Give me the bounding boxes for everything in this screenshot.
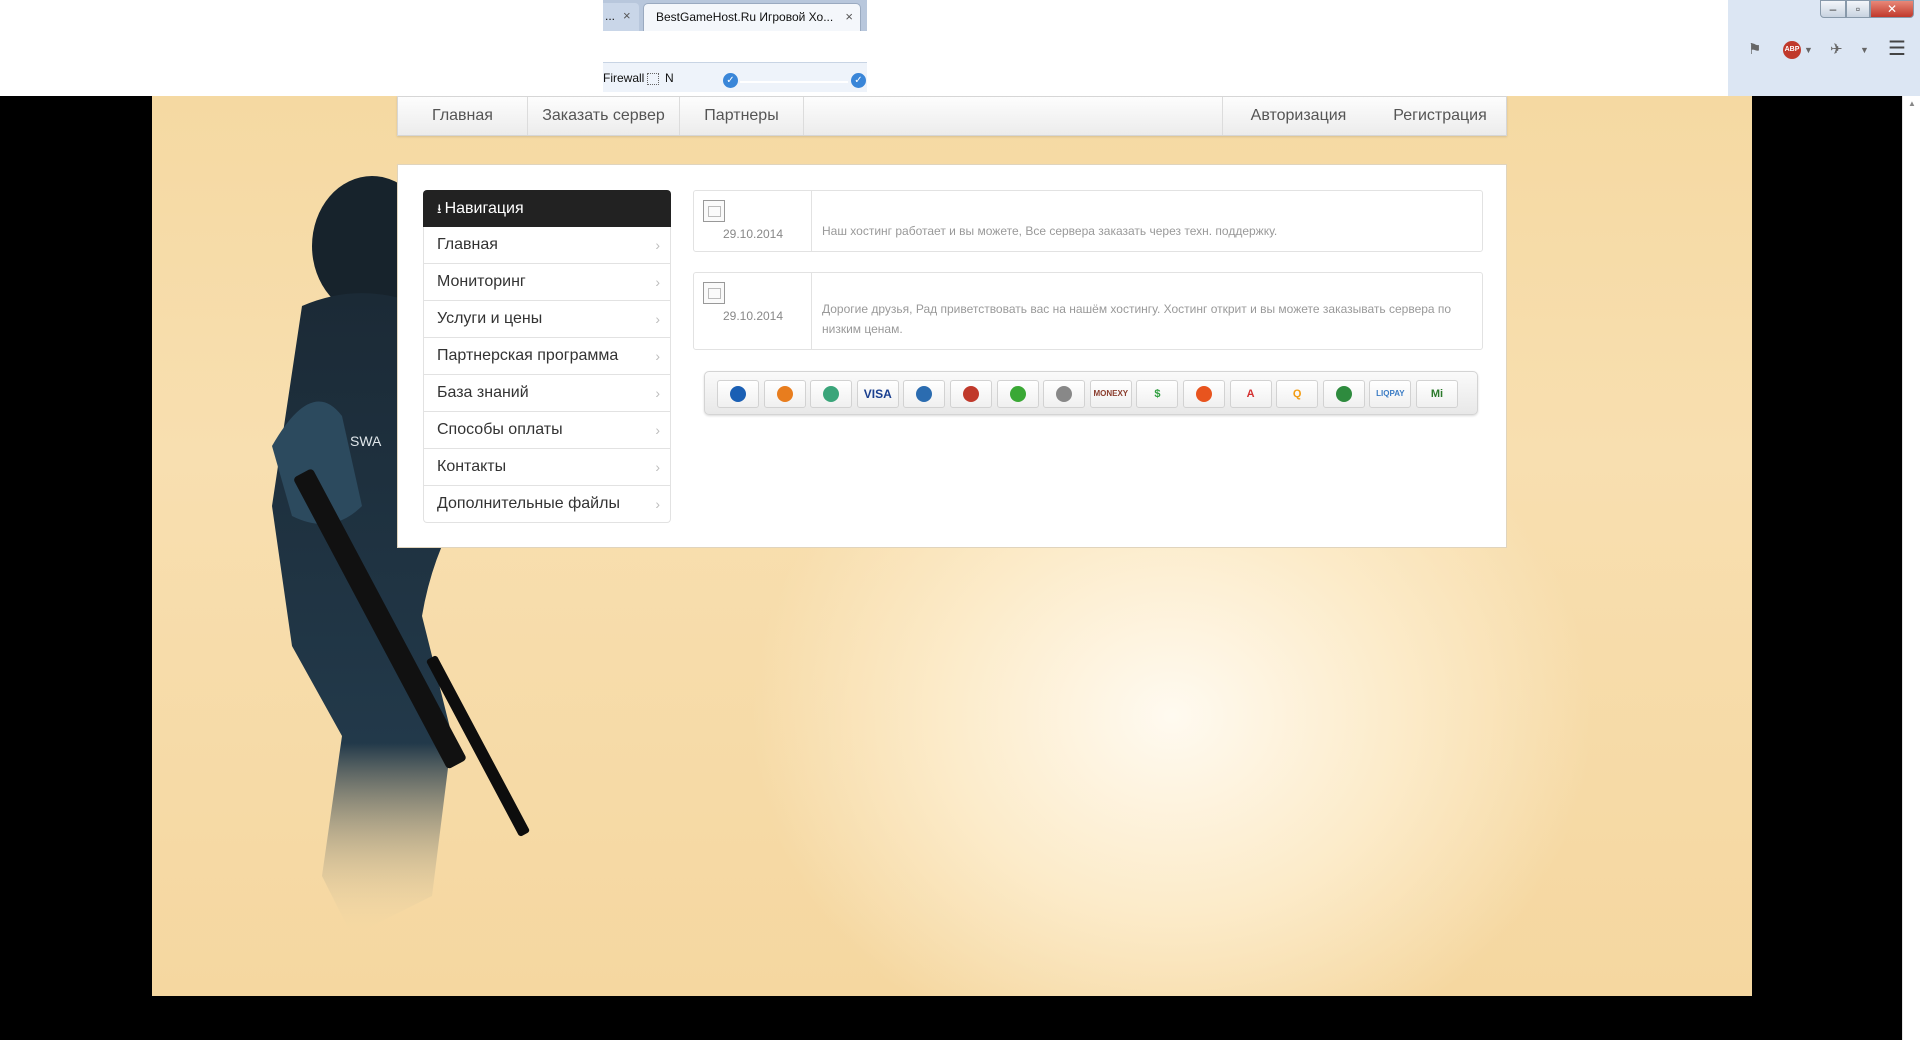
sidebar-item-extra-files[interactable]: Дополнительные файлы › <box>423 486 671 523</box>
sidebar-item-label: Контакты <box>437 458 507 475</box>
webmoney-icon[interactable] <box>717 380 759 408</box>
visa-icon[interactable]: VISA <box>856 380 899 408</box>
liqpay-icon[interactable]: LIQPAY <box>1369 380 1412 408</box>
tab-previous-label: ... <box>605 9 616 23</box>
sidebar-title: Навигация <box>444 200 524 217</box>
tab-active[interactable]: BestGameHost.Ru Игровой Хо... × <box>643 3 861 31</box>
bookmark-folder-icon[interactable] <box>647 73 659 85</box>
email-payment-icon[interactable] <box>1043 380 1086 408</box>
scroll-up-icon[interactable]: ▲ <box>1908 99 1916 108</box>
news-text: Наш хостинг работает и вы можете, Все се… <box>822 224 1278 238</box>
z-payment-icon[interactable] <box>810 380 853 408</box>
window-toolbar: ‒ ▫ ✕ ⚑ ABP ▼ ✈ ▼ ☰ <box>1728 0 1920 96</box>
news-meta: 29.10.2014 <box>694 191 812 251</box>
sidebar-item-label: Услуги и цены <box>437 310 543 327</box>
page-scrollbar[interactable]: ▲ <box>1902 96 1920 1040</box>
maximize-button[interactable]: ▫ <box>1846 0 1870 18</box>
check-icon[interactable]: ✓ <box>723 73 738 88</box>
bookmark-firewall[interactable]: Firewall <box>603 71 644 85</box>
terminals-ua-icon[interactable] <box>903 380 946 408</box>
window-close-button[interactable]: ✕ <box>1870 0 1914 18</box>
chevron-right-icon: › <box>655 422 660 438</box>
nav-order-server[interactable]: Заказать сервер <box>528 97 680 135</box>
top-navigation: Главная Заказать сервер Партнеры Авториз… <box>397 96 1507 136</box>
dollar-payment-icon[interactable]: $ <box>1136 380 1179 408</box>
flag-icon[interactable]: ⚑ <box>1748 40 1761 58</box>
sidebar-item-label: Мониторинг <box>437 273 526 290</box>
sidebar-item-label: Партнерская программа <box>437 347 619 364</box>
sidebar-item-payment-methods[interactable]: Способы оплаты › <box>423 412 671 449</box>
sidebar-item-partner-program[interactable]: Партнерская программа › <box>423 338 671 375</box>
chevron-right-icon: › <box>655 274 660 290</box>
sidebar-item-label: База знаний <box>437 384 529 401</box>
sidebar-item-label: Дополнительные файлы <box>437 495 620 512</box>
sidebar-item-services[interactable]: Услуги и цены › <box>423 301 671 338</box>
sberbank-icon[interactable] <box>996 380 1039 408</box>
chevron-down-icon[interactable]: ▼ <box>1804 45 1813 55</box>
chevron-down-icon[interactable]: ▼ <box>1860 45 1869 55</box>
news-item: 29.10.2014 Наш хостинг работает и вы мож… <box>693 190 1483 252</box>
browser-chrome: ... × BestGameHost.Ru Игровой Хо... × Fi… <box>0 0 1920 96</box>
minimize-button[interactable]: ‒ <box>1820 0 1846 18</box>
sidebar-item-label: Способы оплаты <box>437 421 563 438</box>
swat-patch: SWA <box>350 433 382 449</box>
payment-methods-bar: VISA MONEXY $ A Q LIQPAY Mi <box>704 371 1478 415</box>
chevron-right-icon: › <box>655 237 660 253</box>
sidebar-item-knowledge-base[interactable]: База знаний › <box>423 375 671 412</box>
chevron-right-icon: › <box>655 348 660 364</box>
terminals-ru-icon[interactable] <box>950 380 992 408</box>
sidebar-item-home[interactable]: Главная › <box>423 227 671 264</box>
image-placeholder-icon <box>703 200 725 222</box>
nav-register[interactable]: Регистрация <box>1374 97 1506 135</box>
close-icon[interactable]: × <box>845 4 853 30</box>
bookmarks-bar: Firewall N ✓ ✓ <box>603 62 867 92</box>
site-background: SWA Главная Заказать сервер Партнеры Авт… <box>152 96 1752 996</box>
sidebar-item-label: Главная <box>437 236 498 253</box>
yandex-money-icon[interactable] <box>763 380 806 408</box>
nav-partners[interactable]: Партнеры <box>680 97 804 135</box>
sidebar-item-contacts[interactable]: Контакты › <box>423 449 671 486</box>
download-icon: ⭳ <box>437 201 442 216</box>
chevron-right-icon: › <box>655 311 660 327</box>
sidebar-header: ⭳ Навигация <box>423 190 671 227</box>
news-date: 29.10.2014 <box>722 227 784 241</box>
chevron-right-icon: › <box>655 385 660 401</box>
bookmark-divider <box>740 81 848 83</box>
nav-home[interactable]: Главная <box>398 97 528 135</box>
mobile-payment-icon[interactable]: Mi <box>1416 380 1458 408</box>
content-panel: ⭳ Навигация Главная › Мониторинг › Услуги и… <box>397 164 1507 548</box>
news-item: 29.10.2014 Дорогие друзья, Рад приветств… <box>693 272 1483 350</box>
news-text: Дорогие друзья, Рад приветствовать вас н… <box>822 302 1452 336</box>
plugin-icon[interactable]: ✈ <box>1830 40 1843 58</box>
news-meta: 29.10.2014 <box>694 273 812 349</box>
check-icon[interactable]: ✓ <box>851 73 866 88</box>
tab-previous[interactable]: ... × <box>603 3 639 31</box>
alfa-bank-icon[interactable]: A <box>1229 380 1272 408</box>
tab-strip: ... × BestGameHost.Ru Игровой Хо... × <box>603 0 867 31</box>
close-icon[interactable]: × <box>623 3 631 29</box>
image-placeholder-icon <box>703 282 725 304</box>
privat24-icon[interactable] <box>1322 380 1365 408</box>
menu-icon[interactable]: ☰ <box>1888 36 1906 61</box>
chevron-right-icon: › <box>655 459 660 475</box>
qiwi-icon[interactable]: Q <box>1276 380 1319 408</box>
monexy-icon[interactable]: MONEXY <box>1089 380 1132 408</box>
nav-login[interactable]: Авторизация <box>1222 97 1374 135</box>
sidebar: ⭳ Навигация Главная › Мониторинг › Услуги и… <box>423 190 671 523</box>
bookmark-n[interactable]: N <box>665 71 674 85</box>
chevron-right-icon: › <box>655 496 660 512</box>
tab-title: BestGameHost.Ru Игровой Хо... <box>656 10 834 24</box>
sidebar-item-monitoring[interactable]: Мониторинг › <box>423 264 671 301</box>
adblock-icon[interactable]: ABP <box>1783 41 1801 59</box>
mastercard-icon[interactable] <box>1183 380 1225 408</box>
news-date: 29.10.2014 <box>722 309 784 323</box>
